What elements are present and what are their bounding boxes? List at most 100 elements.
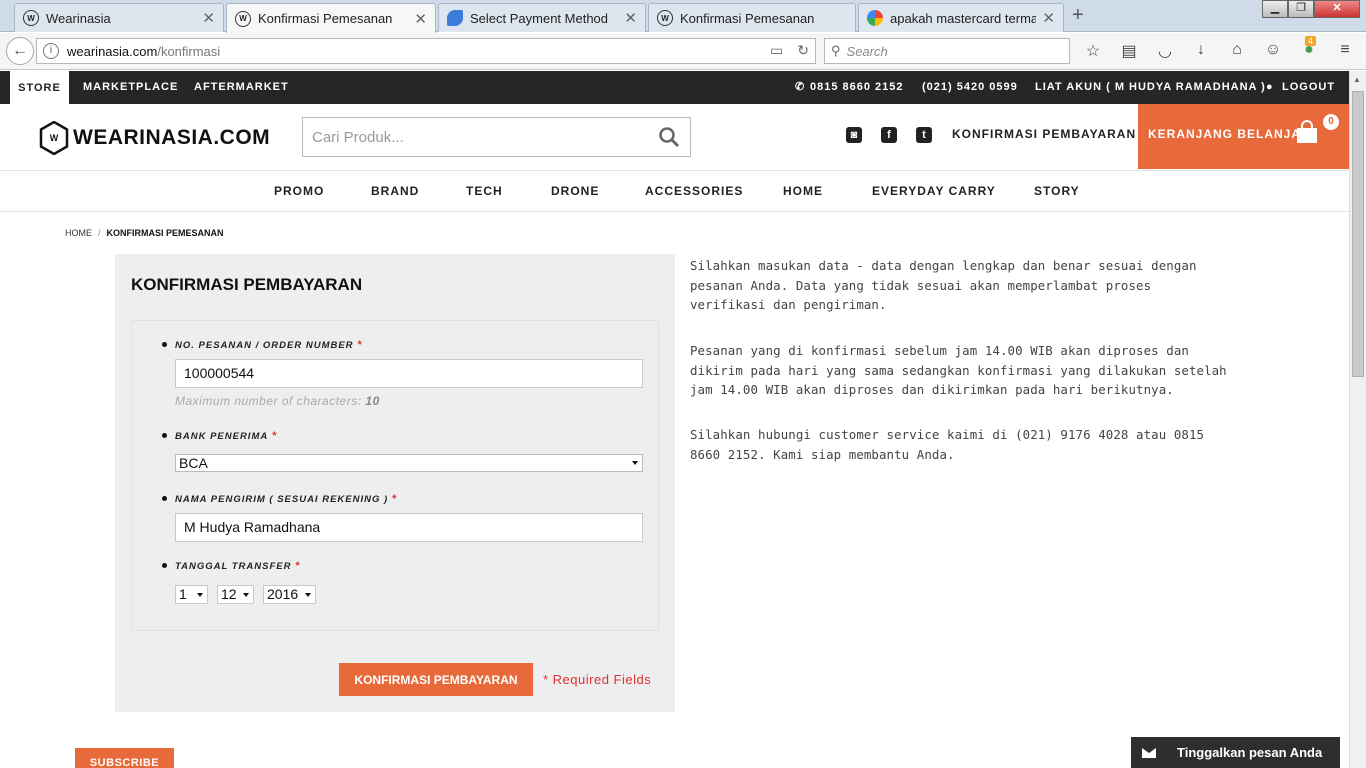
reading-list-icon[interactable]: ▤ (1118, 41, 1140, 61)
browser-search-input[interactable]: ⚲ Search (824, 38, 1070, 64)
chevron-down-icon (632, 461, 638, 465)
account-link[interactable]: LIAT AKUN ( M HUDYA RAMADHANA ) (1035, 71, 1266, 104)
tab-title: Wearinasia (46, 10, 111, 26)
breadcrumb: HOME / KONFIRMASI PEMESANAN (65, 228, 224, 238)
sender-name-input[interactable]: M Hudya Ramadhana (175, 513, 643, 542)
site-logo[interactable]: W WEARINASIA.COM (39, 121, 270, 155)
close-tab-icon[interactable]: ✕ (202, 9, 215, 27)
page-scrollbar[interactable]: ▲ (1349, 71, 1366, 768)
bullet-icon (162, 342, 167, 347)
nav-item-home[interactable]: HOME (783, 184, 823, 198)
payment-confirmation-panel: KONFIRMASI PEMBAYARAN NO. PESANAN / ORDE… (115, 254, 675, 712)
tab-title: Konfirmasi Pemesanan (258, 11, 393, 26)
cart-count-badge: 0 (1323, 114, 1339, 130)
phone-number-1[interactable]: 0815 8660 2152 (810, 71, 904, 104)
info-paragraph-2: Pesanan yang di konfirmasi sebelum jam 1… (690, 343, 1227, 397)
bank-selected-value: BCA (179, 455, 208, 471)
phone-icon: ✆ (795, 81, 806, 93)
reader-view-icon[interactable]: ▭ (770, 42, 783, 59)
bookmark-star-icon[interactable]: ☆ (1082, 41, 1104, 61)
bank-select[interactable]: BCA (175, 454, 643, 472)
pocket-icon[interactable]: ◡ (1154, 41, 1176, 61)
twitter-icon[interactable]: t (916, 127, 932, 143)
wearinasia-favicon-icon: W (657, 10, 673, 26)
nav-item-tech[interactable]: TECH (466, 184, 503, 198)
home-icon[interactable]: ⌂ (1226, 41, 1248, 61)
browser-tab-payment[interactable]: Select Payment Method ✕ (438, 3, 646, 32)
download-arrow-icon[interactable]: ↓ (1190, 41, 1212, 61)
payment-favicon-icon (447, 10, 463, 26)
user-icon: ● (1266, 81, 1274, 93)
reload-icon[interactable]: ↻ (797, 42, 809, 59)
minimize-window-button[interactable]: ▁ (1262, 0, 1288, 18)
tab-store[interactable]: STORE (10, 71, 69, 104)
phone-number-2[interactable]: (021) 5420 0599 (922, 71, 1018, 104)
close-window-button[interactable]: ✕ (1314, 0, 1360, 18)
scroll-up-arrow-icon[interactable]: ▲ (1353, 75, 1361, 84)
scrollbar-thumb[interactable] (1352, 91, 1364, 377)
tab-aftermarket[interactable]: AFTERMARKET (194, 71, 289, 104)
chevron-down-icon (243, 593, 249, 597)
transfer-month-value: 12 (221, 586, 237, 602)
envelope-icon (1142, 747, 1156, 758)
tab-marketplace[interactable]: MARKETPLACE (83, 71, 178, 104)
search-icon: ⚲ (831, 43, 841, 58)
nav-item-everyday-carry[interactable]: EVERYDAY CARRY (872, 184, 996, 198)
site-info-icon[interactable]: i (43, 43, 59, 59)
nav-item-promo[interactable]: PROMO (274, 184, 324, 198)
wearinasia-favicon-icon: W (235, 10, 251, 27)
browser-tab-konfirmasi-active[interactable]: W Konfirmasi Pemesanan ✕ (226, 3, 436, 33)
transfer-day-value: 1 (179, 586, 187, 602)
google-favicon-icon (867, 10, 883, 26)
live-chat-widget[interactable]: Tinggalkan pesan Anda (1131, 737, 1340, 768)
url-bar[interactable]: i wearinasia.com/konfirmasi ▭ ↻ (36, 38, 816, 64)
site-top-bar: STORE MARKETPLACE AFTERMARKET ✆ 0815 866… (0, 71, 1349, 104)
maximize-window-button[interactable]: ❐ (1288, 0, 1314, 18)
form-fieldset: NO. PESANAN / ORDER NUMBER * 100000544 Ma… (131, 320, 659, 631)
back-arrow-icon[interactable]: ← (6, 37, 34, 65)
info-paragraph-3: Silahkan hubungi customer service kaimi … (690, 427, 1205, 462)
cart-button[interactable]: KERANJANG BELANJA 0 (1138, 104, 1349, 169)
sender-name-label: NAMA PENGIRIM ( SESUAI REKENING ) * (175, 493, 398, 505)
logout-link[interactable]: LOGOUT (1282, 71, 1335, 104)
subscribe-button[interactable]: SUBSCRIBE (75, 748, 174, 768)
chat-face-icon[interactable]: ☺ (1262, 41, 1284, 61)
nav-item-drone[interactable]: DRONE (551, 184, 599, 198)
tab-title: Konfirmasi Pemesanan (680, 10, 815, 26)
browser-search-placeholder: Search (846, 43, 888, 59)
transfer-day-select[interactable]: 1 (175, 585, 208, 604)
submit-confirmation-button[interactable]: KONFIRMASI PEMBAYARAN (339, 663, 533, 696)
url-path: /konfirmasi (157, 43, 221, 59)
browser-tab-google[interactable]: apakah mastercard termas... ✕ (858, 3, 1064, 32)
close-tab-icon[interactable]: ✕ (624, 9, 637, 27)
menu-hamburger-icon[interactable]: ≡ (1334, 41, 1356, 61)
nav-item-accessories[interactable]: ACCESSORIES (645, 184, 743, 198)
search-icon[interactable] (658, 126, 680, 148)
url-host: wearinasia.com (67, 43, 158, 59)
product-search-input[interactable] (303, 119, 643, 155)
breadcrumb-current: KONFIRMASI PEMESANAN (106, 228, 224, 238)
new-tab-button[interactable]: + (1072, 4, 1084, 27)
cart-label: KERANJANG BELANJA (1148, 127, 1302, 141)
close-tab-icon[interactable]: ✕ (1042, 9, 1055, 27)
konfirmasi-pembayaran-link[interactable]: KONFIRMASI PEMBAYARAN (952, 127, 1136, 141)
instagram-icon[interactable]: ◙ (846, 127, 862, 143)
browser-tab-wearinasia[interactable]: W Wearinasia ✕ (14, 3, 224, 32)
chat-label: Tinggalkan pesan Anda (1177, 745, 1323, 760)
order-number-input[interactable]: 100000544 (175, 359, 643, 388)
transfer-year-select[interactable]: 2016 (263, 585, 316, 604)
browser-nav-bar: ← i wearinasia.com/konfirmasi ▭ ↻ ⚲ Sear… (0, 33, 1366, 70)
category-nav: PROMO BRAND TECH DRONE ACCESSORIES HOME … (0, 171, 1349, 212)
chevron-down-icon (197, 593, 203, 597)
facebook-icon[interactable]: f (881, 127, 897, 143)
svg-text:W: W (50, 133, 59, 143)
nav-item-story[interactable]: STORY (1034, 184, 1080, 198)
browser-tab-konfirmasi-2[interactable]: W Konfirmasi Pemesanan (648, 3, 856, 32)
breadcrumb-home[interactable]: HOME (65, 228, 92, 238)
close-tab-icon[interactable]: ✕ (414, 10, 427, 28)
transfer-month-select[interactable]: 12 (217, 585, 254, 604)
nav-item-brand[interactable]: BRAND (371, 184, 419, 198)
info-paragraph-1: Silahkan masukan data - data dengan leng… (690, 258, 1197, 312)
chevron-down-icon (305, 593, 311, 597)
addon-badge: 4 (1305, 36, 1317, 46)
